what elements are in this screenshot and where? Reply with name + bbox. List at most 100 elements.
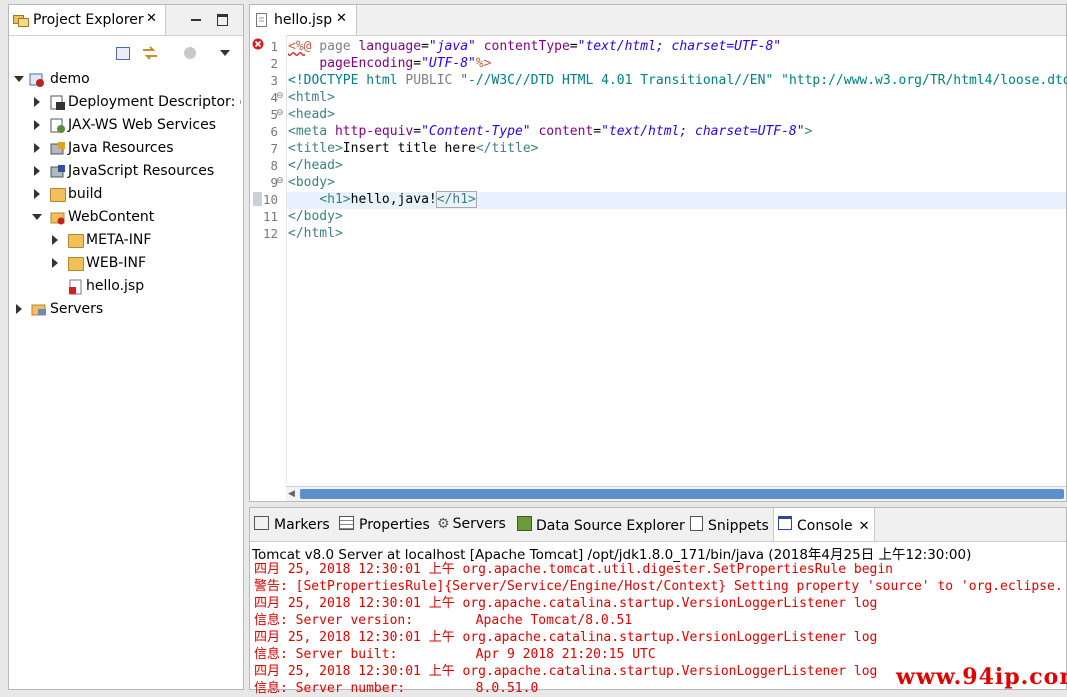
tree-item-label: Deployment Descriptor: d — [68, 94, 241, 110]
close-icon[interactable]: ✕ — [336, 11, 347, 26]
link-with-editor-icon[interactable] — [141, 45, 159, 61]
tab-console[interactable]: Console ✕ — [778, 516, 869, 534]
line-number: 11 — [262, 209, 278, 224]
expand-toggle-icon[interactable] — [34, 166, 40, 176]
tab-label: Servers — [452, 516, 506, 532]
code-line-7: <title>Insert title here</title> — [288, 141, 539, 156]
fold-toggle-icon[interactable]: ⊖ — [276, 176, 284, 186]
console-line: 警告: [SetPropertiesRule]{Server/Service/E… — [254, 579, 1063, 594]
tree-item-webcontent[interactable]: WebContent — [9, 206, 241, 228]
maximize-icon[interactable] — [217, 14, 228, 26]
deployment-descriptor-icon — [50, 95, 65, 110]
tree-item-hello-jsp[interactable]: hello.jsp — [9, 275, 241, 297]
tab-properties[interactable]: Properties — [339, 516, 430, 533]
close-icon[interactable]: ✕ — [859, 519, 870, 534]
code-line-3: <!DOCTYPE html PUBLIC "-//W3C//DTD HTML … — [288, 73, 1067, 88]
properties-icon — [339, 516, 354, 530]
servers-folder-icon — [31, 304, 46, 316]
editor-tab-hello-jsp[interactable]: hello.jsp ✕ — [250, 5, 357, 35]
expand-toggle-icon[interactable] — [34, 189, 40, 199]
editor-view: hello.jsp ✕ 1 2 3 4 5 6 7 8 9 10 11 12 ⊖… — [249, 4, 1067, 502]
expand-toggle-icon[interactable] — [34, 97, 40, 107]
expand-toggle-icon[interactable] — [52, 235, 58, 245]
tab-data-source-explorer[interactable]: Data Source Explorer — [517, 516, 685, 534]
line-number: 1 — [270, 39, 278, 54]
expand-toggle-icon[interactable] — [52, 258, 58, 268]
tree-item-jax-ws[interactable]: JAX-WS Web Services — [9, 114, 241, 136]
tree-item-java-resources[interactable]: Java Resources — [9, 137, 241, 159]
tree-item-demo[interactable]: demo — [9, 68, 241, 90]
error-marker-icon[interactable] — [252, 38, 264, 50]
line-number: 7 — [270, 141, 278, 156]
console-line: 信息: Server number: 8.0.51.0 — [254, 681, 539, 696]
expand-toggle-icon[interactable] — [34, 143, 40, 153]
fold-toggle-icon[interactable]: ⊖ — [276, 108, 284, 118]
tree-item-deployment-descriptor[interactable]: Deployment Descriptor: d — [9, 91, 241, 113]
fold-toggle-icon[interactable]: ⊖ — [276, 91, 284, 101]
code-line-11: </body> — [288, 209, 343, 224]
tree-item-label: hello.jsp — [86, 278, 145, 294]
project-explorer-tab[interactable]: Project Explorer ✕ — [9, 5, 166, 35]
jsp-file-icon — [69, 279, 82, 295]
line-number: 10 — [262, 192, 278, 207]
expand-toggle-icon[interactable] — [34, 120, 40, 130]
tree-item-build[interactable]: build — [9, 183, 241, 205]
line-number: 8 — [270, 158, 278, 173]
tree-item-label: WEB-INF — [86, 255, 146, 271]
horizontal-scrollbar[interactable]: ◀ — [286, 486, 1066, 501]
jsp-file-icon — [256, 13, 267, 27]
code-line-8: </head> — [288, 158, 343, 173]
view-menu-icon[interactable] — [220, 50, 230, 56]
expand-toggle-icon[interactable] — [14, 76, 24, 82]
tab-label: Properties — [359, 517, 430, 533]
console-icon — [778, 516, 792, 530]
filter-icon[interactable] — [184, 47, 196, 59]
tree-item-label: META-INF — [86, 232, 152, 248]
code-line-10: <h1>hello,java!</h1> — [288, 191, 485, 208]
webcontent-folder-icon — [50, 212, 65, 225]
tab-label: Markers — [274, 517, 330, 533]
expand-toggle-icon[interactable] — [16, 304, 22, 314]
editor-tabbar: hello.jsp ✕ — [250, 5, 1066, 36]
project-explorer-view: Project Explorer ✕ demo Deployment Descr… — [8, 4, 244, 690]
tab-label: Data Source Explorer — [536, 518, 685, 534]
text-cursor — [475, 192, 485, 207]
code-line-4: <html> — [288, 90, 335, 105]
close-icon[interactable]: ✕ — [146, 11, 157, 26]
line-number: 2 — [270, 56, 278, 71]
tree-item-label: demo — [50, 71, 90, 87]
tree-item-javascript-resources[interactable]: JavaScript Resources — [9, 160, 241, 182]
folder-icon — [68, 234, 84, 248]
tree-item-meta-inf[interactable]: META-INF — [9, 229, 241, 251]
console-tabbar: Markers Properties ⚙ Servers Data Source … — [250, 508, 1066, 542]
tree-item-label: build — [68, 186, 103, 202]
line-number: 6 — [270, 124, 278, 139]
tree-item-web-inf[interactable]: WEB-INF — [9, 252, 241, 274]
snippets-icon — [690, 516, 703, 531]
project-icon — [29, 73, 44, 87]
expand-toggle-icon[interactable] — [32, 214, 42, 220]
watermark: www.94ip.com — [896, 664, 1067, 690]
console-line: 四月 25, 2018 12:30:01 上午 org.apache.catal… — [254, 596, 878, 611]
code-line-2: pageEncoding="UTF-8"%> — [319, 56, 492, 71]
tree-item-label: Java Resources — [68, 140, 174, 156]
scrollbar-thumb[interactable] — [300, 489, 1064, 499]
line-number: 3 — [270, 73, 278, 88]
console-view: Markers Properties ⚙ Servers Data Source … — [249, 507, 1067, 696]
tab-markers[interactable]: Markers — [254, 516, 330, 533]
console-header: Tomcat v8.0 Server at localhost [Apache … — [252, 547, 972, 563]
tree-item-servers[interactable]: Servers — [9, 298, 241, 320]
console-line: 四月 25, 2018 12:30:01 上午 org.apache.catal… — [254, 664, 878, 679]
markers-icon — [254, 516, 269, 530]
code-line-6: <meta http-equiv="Content-Type" content=… — [288, 124, 813, 139]
collapse-all-icon[interactable] — [116, 47, 130, 60]
tree-item-label: JavaScript Resources — [68, 163, 215, 179]
line-number-gutter: 1 2 3 4 5 6 7 8 9 10 11 12 ⊖ ⊖ ⊖ — [250, 35, 287, 483]
tree-item-label: Servers — [50, 301, 104, 317]
tab-snippets[interactable]: Snippets — [690, 516, 769, 534]
console-line: 信息: Server version: Apache Tomcat/8.0.51 — [254, 613, 633, 628]
minimize-icon[interactable] — [191, 19, 201, 21]
scroll-left-icon[interactable]: ◀ — [288, 489, 295, 499]
line-number: 12 — [262, 226, 278, 241]
tab-servers[interactable]: ⚙ Servers — [437, 516, 506, 532]
